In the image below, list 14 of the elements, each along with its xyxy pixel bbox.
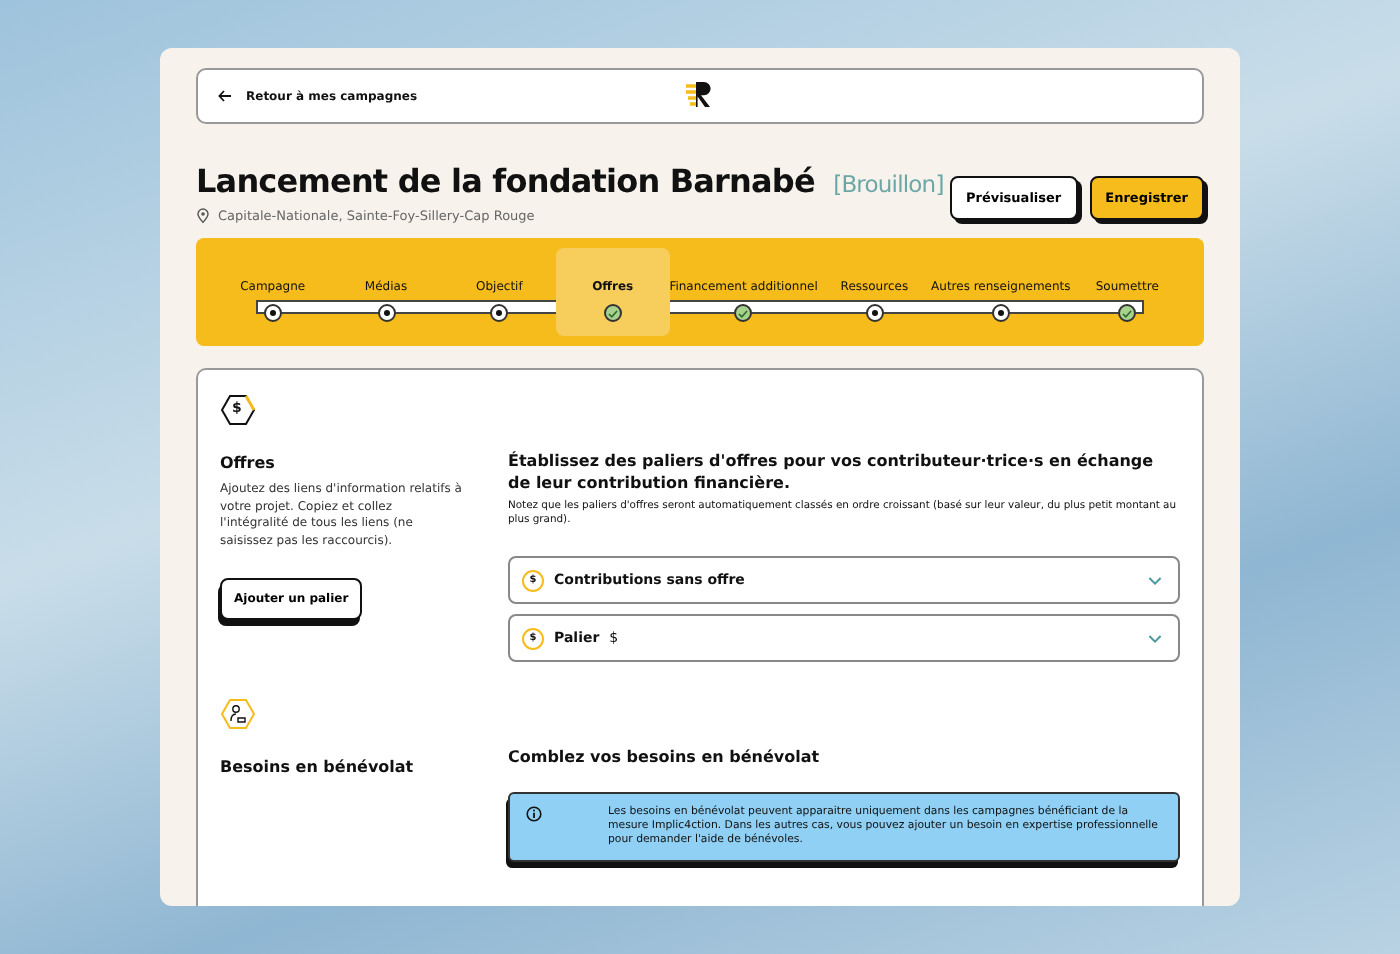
section-title: Besoins en bénévolat xyxy=(220,758,416,776)
section-heading: Comblez vos besoins en bénévolat xyxy=(508,746,822,768)
location-pin-icon xyxy=(196,208,210,224)
page-title: Lancement de la fondation Barnabé [Brouillon] xyxy=(196,162,944,200)
info-icon xyxy=(526,806,542,822)
arrow-left-icon xyxy=(218,90,232,102)
chevron-down-icon xyxy=(1148,633,1162,643)
dollar-hexagon-icon xyxy=(220,394,256,426)
person-hexagon-icon xyxy=(220,698,256,730)
section-heading: Établissez des paliers d'offres pour vos contributeur·trice·s en échange de leur contribution financière. xyxy=(508,450,1156,494)
chevron-down-icon xyxy=(1148,575,1162,585)
logo-icon xyxy=(686,80,714,108)
section-title: Offres xyxy=(220,454,277,472)
status-label: [Brouillon] xyxy=(833,170,944,198)
